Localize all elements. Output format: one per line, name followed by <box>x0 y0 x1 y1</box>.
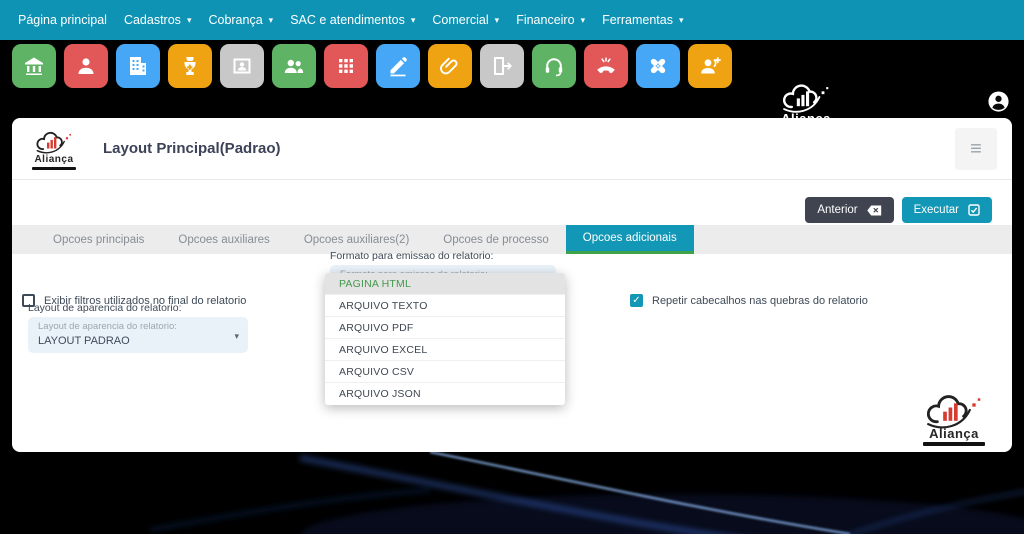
bandage-icon <box>646 54 670 78</box>
panel-menu-button[interactable]: ≡ <box>955 128 997 170</box>
layout-select[interactable]: Layout de aparencia do relatorio: LAYOUT… <box>28 317 248 353</box>
previous-button[interactable]: Anterior <box>805 197 893 223</box>
option-pagina-html[interactable]: PAGINA HTML <box>325 273 565 295</box>
headset-icon <box>542 54 566 78</box>
building-button[interactable] <box>116 44 160 88</box>
repeat-headers-label: Repetir cabecalhos nas quebras do relato… <box>652 295 868 307</box>
brand-logo: Aliança <box>27 128 81 170</box>
nav-item-cobranca[interactable]: Cobrança▾ <box>208 13 273 27</box>
person-button[interactable] <box>64 44 108 88</box>
tab-content: Exibir filtros utilizados no final do re… <box>12 254 1012 469</box>
repeat-headers-row: ✓ Repetir cabecalhos nas quebras do rela… <box>630 294 868 307</box>
format-select-label: Formato para emissao do relatorio: <box>330 250 556 262</box>
option-arquivo-texto[interactable]: ARQUIVO TEXTO <box>325 295 565 317</box>
tab-opcoes-adicionais[interactable]: Opcoes adicionais <box>566 225 694 254</box>
chevron-down-icon: ▾ <box>495 15 500 26</box>
headset-button[interactable] <box>532 44 576 88</box>
pharmacy-button[interactable] <box>168 44 212 88</box>
exit-door-icon <box>490 54 514 78</box>
account-circle-icon <box>987 90 1010 113</box>
brand-tagline-bar <box>778 127 834 131</box>
bank-button[interactable] <box>12 44 56 88</box>
brand-name: Aliança <box>34 155 73 165</box>
account-button[interactable] <box>987 90 1010 116</box>
nav-item-sac-atendimentos[interactable]: SAC e atendimentos▾ <box>290 13 415 27</box>
option-arquivo-excel[interactable]: ARQUIVO EXCEL <box>325 339 565 361</box>
layout-select-placeholder: Layout de aparencia do relatorio: <box>38 321 238 332</box>
chevron-down-icon: ▾ <box>187 15 192 26</box>
top-nav-bar: Página principal Cadastros▾ Cobrança▾ SA… <box>0 0 1024 40</box>
contact-card-button[interactable] <box>220 44 264 88</box>
contact-card-icon <box>230 54 254 78</box>
actions-row: Anterior Executar <box>12 197 1012 223</box>
person-add-button[interactable] <box>688 44 732 88</box>
check-icon: ✓ <box>632 295 640 306</box>
nav-item-financeiro[interactable]: Financeiro▾ <box>516 13 585 27</box>
people-button[interactable] <box>272 44 316 88</box>
report-options-panel: Aliança Layout Principal(Padrao) ≡ Anter… <box>12 118 1012 452</box>
chevron-down-icon: ▾ <box>234 331 239 342</box>
panel-header: Aliança Layout Principal(Padrao) ≡ <box>12 118 1012 180</box>
option-arquivo-json[interactable]: ARQUIVO JSON <box>325 383 565 405</box>
person-add-icon <box>698 54 722 78</box>
tab-opcoes-principais[interactable]: Opcoes principais <box>36 225 161 254</box>
chevron-down-icon: ▾ <box>679 15 684 26</box>
building-icon <box>126 54 150 78</box>
brand-name: Aliança <box>781 112 831 125</box>
nav-item-cadastros[interactable]: Cadastros▾ <box>124 13 192 27</box>
brand-logo: Aliança <box>770 80 842 131</box>
page-title: Layout Principal(Padrao) <box>103 140 281 157</box>
brand-logo: Aliança <box>912 390 996 446</box>
chevron-down-icon: ▾ <box>411 15 416 26</box>
phone-hangup-button[interactable] <box>584 44 628 88</box>
chevron-down-icon: ▾ <box>269 15 274 26</box>
repeat-headers-checkbox[interactable]: ✓ <box>630 294 643 307</box>
person-icon <box>74 54 98 78</box>
layout-select-value: LAYOUT PADRAO <box>38 335 238 347</box>
backspace-icon <box>867 205 882 216</box>
nav-item-pagina-principal[interactable]: Página principal <box>18 13 107 27</box>
pharmacy-icon <box>178 54 202 78</box>
bandage-button[interactable] <box>636 44 680 88</box>
brand-name: Aliança <box>929 427 979 440</box>
grid-button[interactable] <box>324 44 368 88</box>
grid-icon <box>334 54 358 78</box>
option-arquivo-csv[interactable]: ARQUIVO CSV <box>325 361 565 383</box>
brand-tagline-bar <box>923 442 985 446</box>
people-icon <box>282 54 306 78</box>
hamburger-icon: ≡ <box>970 138 982 160</box>
chevron-down-icon: ▾ <box>581 15 586 26</box>
option-arquivo-pdf[interactable]: ARQUIVO PDF <box>325 317 565 339</box>
layout-select-label: Layout de aparencia do relatorio: <box>28 302 248 314</box>
phone-hangup-icon <box>594 54 618 78</box>
paperclip-button[interactable] <box>428 44 472 88</box>
pencil-icon <box>386 54 410 78</box>
pencil-button[interactable] <box>376 44 420 88</box>
brand-tagline-bar <box>32 167 76 170</box>
format-options-dropdown: PAGINA HTML ARQUIVO TEXTO ARQUIVO PDF AR… <box>325 273 565 405</box>
checkbox-checked-icon <box>968 204 980 216</box>
icon-toolbar: Aliança <box>0 40 1024 118</box>
bank-icon <box>22 54 46 78</box>
layout-select-group: Layout de aparencia do relatorio: Layout… <box>28 302 248 353</box>
tab-opcoes-auxiliares[interactable]: Opcoes auxiliares <box>161 225 286 254</box>
exit-door-button[interactable] <box>480 44 524 88</box>
execute-button[interactable]: Executar <box>902 197 992 223</box>
nav-item-ferramentas[interactable]: Ferramentas▾ <box>602 13 683 27</box>
nav-item-comercial[interactable]: Comercial▾ <box>432 13 499 27</box>
paperclip-icon <box>438 54 462 78</box>
